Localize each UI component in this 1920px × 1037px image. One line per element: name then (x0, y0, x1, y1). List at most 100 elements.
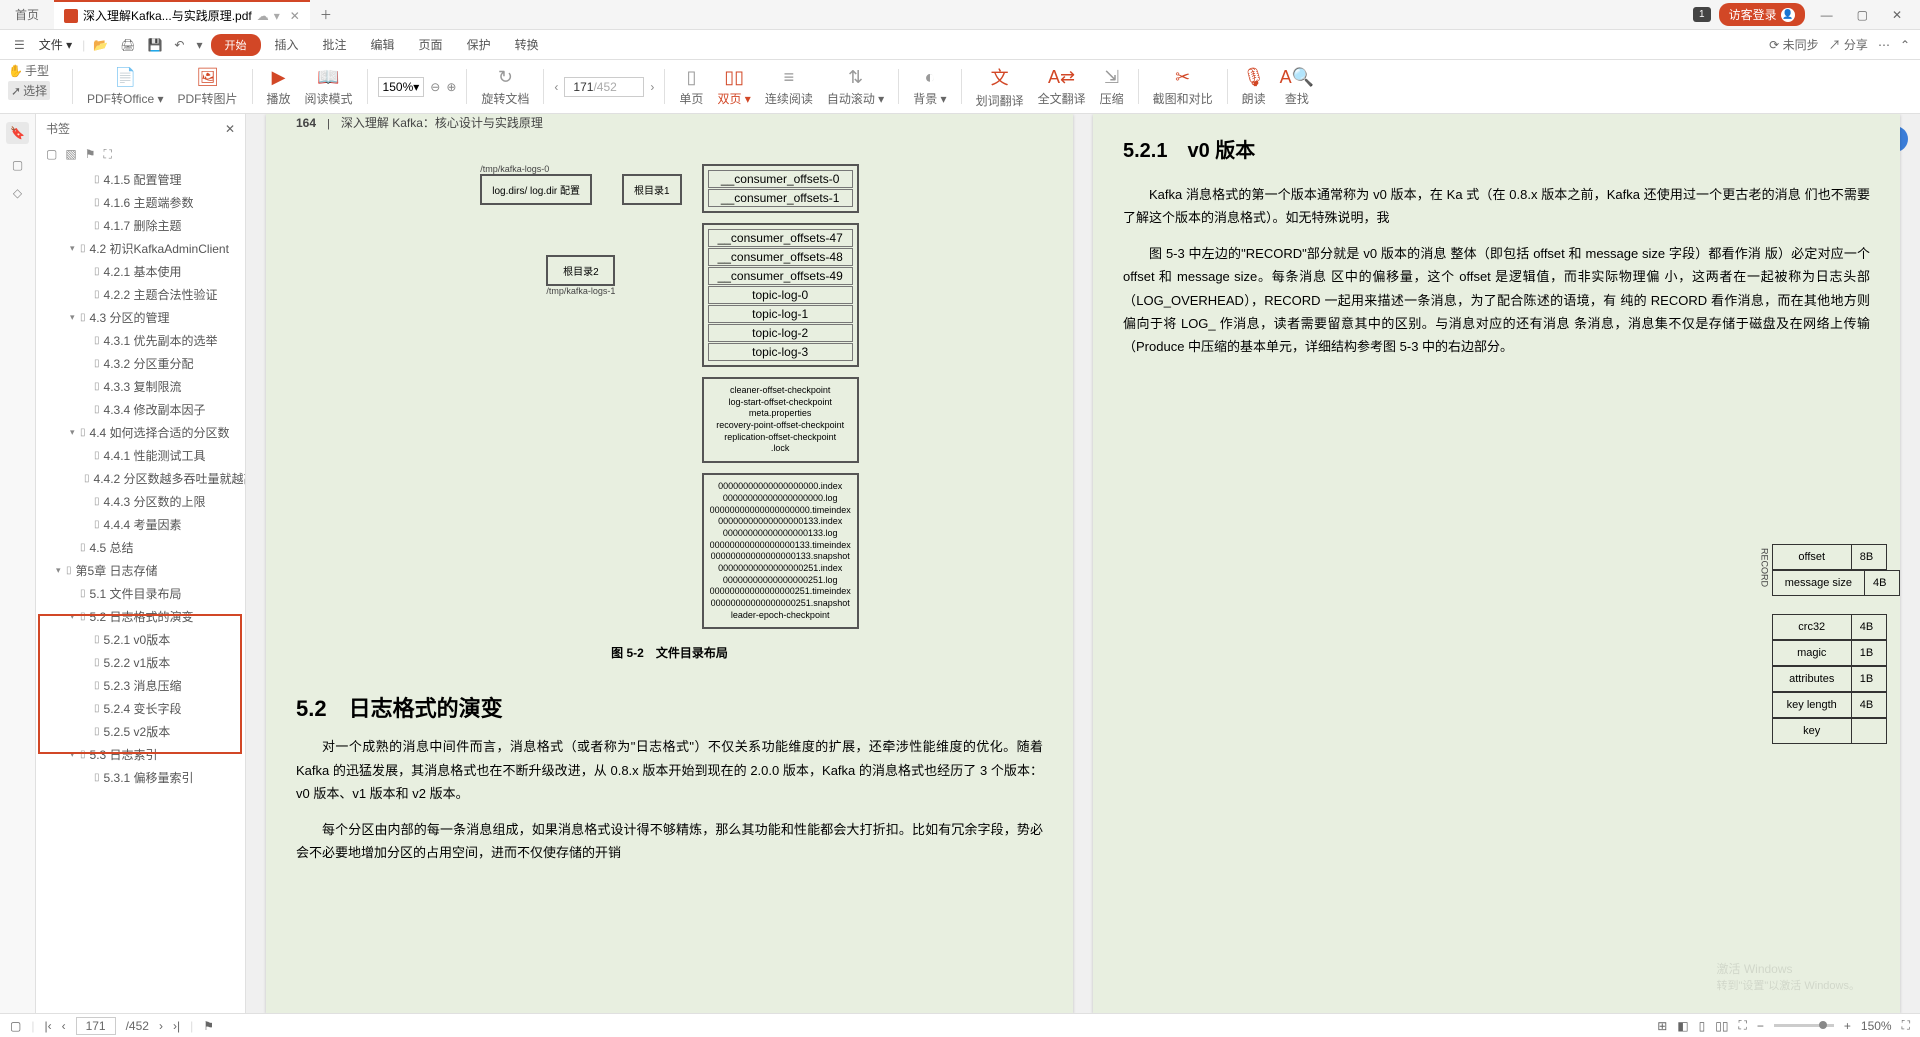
bookmark-item[interactable]: ▾▯4.3 分区的管理 (36, 306, 245, 329)
bookmark-item[interactable]: ▯4.4.2 分区数越多吞吐量就越高吗 (36, 467, 245, 490)
sb-icon[interactable]: ▯ (1699, 1019, 1706, 1033)
sb-page-input[interactable]: 171 (76, 1017, 116, 1035)
sb-next-page[interactable]: › (159, 1019, 163, 1033)
menu-icon[interactable]: ☰ (10, 38, 29, 52)
bookmark-item[interactable]: ▯4.5 总结 (36, 536, 245, 559)
bookmark-item[interactable]: ▯4.2.1 基本使用 (36, 260, 245, 283)
zoom-out-button[interactable]: ⊖ (430, 80, 440, 94)
bookmark-item[interactable]: ▯5.1 文件目录布局 (36, 582, 245, 605)
print-icon[interactable]: 🖨 (116, 38, 139, 52)
menu-protect[interactable]: 保护 (457, 36, 501, 53)
undo-icon[interactable]: ↶ (170, 38, 188, 52)
dropdown-icon[interactable]: ⌃ (1900, 38, 1910, 52)
zoom-in-button[interactable]: ⊕ (446, 80, 456, 94)
sb-prev-page[interactable]: ‹ (62, 1019, 66, 1033)
auto-scroll-button[interactable]: ⇅自动滚动 ▾ (823, 67, 888, 107)
sb-mark-icon[interactable]: ⚑ (203, 1019, 214, 1033)
read-mode-button[interactable]: 📖阅读模式 (301, 67, 357, 107)
bookmark-item[interactable]: ▯5.2.4 变长字段 (36, 697, 245, 720)
more-icon[interactable]: ⋯ (1878, 38, 1890, 52)
menu-start[interactable]: 开始 (211, 34, 261, 56)
close-button[interactable]: ✕ (1884, 8, 1910, 22)
translate-full-button[interactable]: A⇄全文翻译 (1034, 67, 1090, 107)
pdf-to-office-button[interactable]: 📄PDF转Office ▾ (83, 67, 168, 107)
compress-button[interactable]: ⇲压缩 (1096, 67, 1128, 107)
dropdown-icon[interactable]: ▾ (274, 9, 280, 23)
menu-insert[interactable]: 插入 (265, 36, 309, 53)
bookmark-item[interactable]: ▾▯5.3 日志索引 (36, 743, 245, 766)
bm-tool-del-icon[interactable]: ⛶ (103, 147, 111, 162)
zoom-select[interactable]: 150% ▾ (378, 77, 425, 97)
prev-page-button[interactable]: ‹ (554, 80, 558, 94)
sb-zoom-value[interactable]: 150% (1861, 1019, 1892, 1033)
sb-icon[interactable]: ▯▯ (1715, 1019, 1728, 1033)
rail-attachments-icon[interactable]: ◇ (13, 186, 22, 200)
sb-fit-icon[interactable]: ⛶ (1738, 1018, 1746, 1033)
bookmark-item[interactable]: ▾▯5.2 日志格式的演变 (36, 605, 245, 628)
bookmark-item[interactable]: ▯4.3.2 分区重分配 (36, 352, 245, 375)
bookmark-item[interactable]: ▯5.3.1 偏移量索引 (36, 766, 245, 789)
share-button[interactable]: ↗ 分享 (1829, 36, 1868, 53)
hand-tool[interactable]: ✋ 手型 (8, 62, 50, 79)
bm-tool-icon[interactable]: ▧ (65, 147, 76, 162)
rotate-button[interactable]: ↻旋转文档 (477, 67, 533, 107)
login-button[interactable]: 访客登录👤 (1719, 3, 1805, 26)
bookmark-item[interactable]: ▾▯4.4 如何选择合适的分区数 (36, 421, 245, 444)
single-page-button[interactable]: ▯单页 (675, 67, 707, 107)
bm-tool-flag-icon[interactable]: ⚑ (85, 147, 96, 162)
bookmark-item[interactable]: ▯5.2.3 消息压缩 (36, 674, 245, 697)
bookmark-item[interactable]: ▯4.1.6 主题端参数 (36, 191, 245, 214)
rail-bookmarks-icon[interactable]: 🔖 (6, 122, 29, 144)
select-tool[interactable]: ➚ 选择 (8, 81, 50, 100)
bookmark-item[interactable]: ▯4.3.4 修改副本因子 (36, 398, 245, 421)
screenshot-button[interactable]: ✂截图和对比 (1149, 67, 1217, 107)
tab-home[interactable]: 首页 (0, 0, 54, 29)
double-page-button[interactable]: ▯▯双页 ▾ (713, 67, 754, 107)
bookmark-item[interactable]: ▯4.3.3 复制限流 (36, 375, 245, 398)
read-aloud-button[interactable]: 🎙朗读 (1238, 67, 1270, 107)
bookmark-item[interactable]: ▯4.4.3 分区数的上限 (36, 490, 245, 513)
sb-zoom-out[interactable]: − (1757, 1019, 1764, 1033)
bm-tool-add-icon[interactable]: ▢ (46, 147, 57, 162)
sb-icon[interactable]: ⊞ (1657, 1019, 1667, 1033)
bookmark-item[interactable]: ▾▯4.2 初识KafkaAdminClient (36, 237, 245, 260)
background-button[interactable]: ◐背景 ▾ (909, 67, 950, 107)
close-icon[interactable]: ✕ (290, 9, 300, 23)
menu-page[interactable]: 页面 (409, 36, 453, 53)
sb-zoom-in[interactable]: + (1844, 1019, 1851, 1033)
menu-convert[interactable]: 转换 (505, 36, 549, 53)
sync-status[interactable]: ⟳ 未同步 (1769, 36, 1818, 53)
redo-icon[interactable]: ▾ (192, 38, 206, 52)
tab-add-button[interactable]: ＋ (310, 6, 342, 23)
minimize-button[interactable]: — (1813, 8, 1841, 22)
open-icon[interactable]: 📂 (89, 38, 112, 52)
menu-edit[interactable]: 编辑 (361, 36, 405, 53)
continuous-read-button[interactable]: ≡连续阅读 (761, 67, 817, 107)
bookmark-item[interactable]: ▾▯第5章 日志存储 (36, 559, 245, 582)
bookmark-item[interactable]: ▯5.2.5 v2版本 (36, 720, 245, 743)
tab-active-doc[interactable]: 深入理解Kafka...与实践原理.pdf ☁ ▾ ✕ (54, 0, 310, 29)
sidebar-close-icon[interactable]: ✕ (225, 122, 235, 136)
maximize-button[interactable]: ▢ (1849, 8, 1876, 22)
page-input[interactable]: 171/452 (564, 77, 644, 97)
menu-file[interactable]: 文件 ▾ (33, 36, 78, 53)
bookmark-item[interactable]: ▯4.2.2 主题合法性验证 (36, 283, 245, 306)
bookmark-item[interactable]: ▯4.3.1 优先副本的选举 (36, 329, 245, 352)
bookmark-item[interactable]: ▯4.4.4 考量因素 (36, 513, 245, 536)
notification-badge[interactable]: 1 (1693, 7, 1711, 22)
play-button[interactable]: ▶播放 (263, 67, 295, 107)
sb-expand-icon[interactable]: ⛶ (1902, 1018, 1910, 1033)
bookmark-item[interactable]: ▯5.2.1 v0版本 (36, 628, 245, 651)
sb-last-page[interactable]: ›| (173, 1019, 180, 1033)
bookmark-item[interactable]: ▯5.2.2 v1版本 (36, 651, 245, 674)
bookmark-item[interactable]: ▯4.4.1 性能测试工具 (36, 444, 245, 467)
pdf-to-image-button[interactable]: 🖼PDF转图片 (174, 67, 242, 107)
menu-approve[interactable]: 批注 (313, 36, 357, 53)
sb-panel-icon[interactable]: ▢ (10, 1019, 21, 1033)
next-page-button[interactable]: › (650, 80, 654, 94)
rail-thumbnails-icon[interactable]: ▢ (12, 158, 23, 172)
translate-sel-button[interactable]: 文划词翻译 (972, 64, 1028, 109)
sb-icon[interactable]: ◧ (1677, 1019, 1688, 1033)
bookmark-item[interactable]: ▯4.1.5 配置管理 (36, 168, 245, 191)
sb-first-page[interactable]: |‹ (44, 1019, 51, 1033)
